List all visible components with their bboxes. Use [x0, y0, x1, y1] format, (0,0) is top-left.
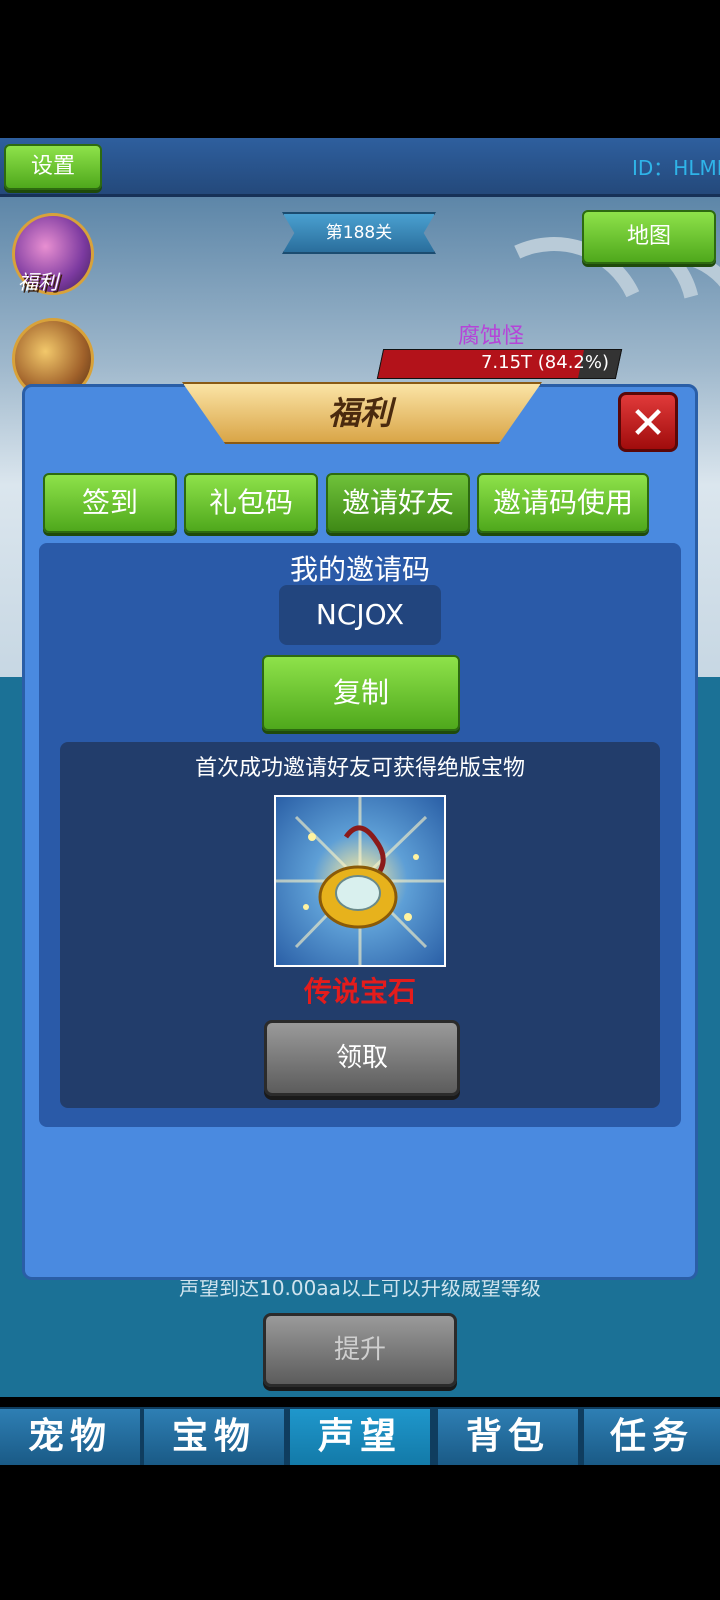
nav-tab-prestige[interactable]: 声望	[290, 1409, 430, 1465]
top-bar	[0, 138, 720, 197]
claim-button[interactable]: 领取	[264, 1020, 460, 1096]
nav-tab-backpack[interactable]: 背包	[438, 1409, 578, 1465]
reward-description: 首次成功邀请好友可获得绝版宝物	[194, 756, 525, 781]
dialog-title: 福利	[327, 394, 392, 432]
close-icon[interactable]: ✕	[618, 392, 678, 452]
reward-name: 传说宝石	[303, 975, 416, 1008]
gem-amulet-graphic	[276, 797, 444, 965]
copy-button[interactable]: 复制	[262, 655, 460, 731]
player-id: ID：HLMI	[632, 156, 720, 180]
invite-code-value: NCJOX	[279, 585, 441, 645]
nav-tab-quests[interactable]: 任务	[584, 1409, 720, 1465]
welfare-icon-label: 福利	[18, 270, 58, 294]
stage-banner: 第188关	[282, 212, 436, 254]
monster-hp-text: 7.15T (84.2%)	[480, 352, 609, 373]
gem-amulet-icon	[274, 795, 446, 967]
settings-button[interactable]: 设置	[4, 144, 102, 190]
tab-sign-in[interactable]: 签到	[43, 473, 177, 533]
monster-name: 腐蚀怪	[458, 324, 525, 349]
nav-tab-pets[interactable]: 宠物	[0, 1409, 140, 1465]
map-button[interactable]: 地图	[582, 210, 716, 264]
tab-gift-code[interactable]: 礼包码	[184, 473, 318, 533]
nav-tab-treasures[interactable]: 宝物	[144, 1409, 284, 1465]
tab-use-invite-code[interactable]: 邀请码使用	[477, 473, 649, 533]
upgrade-button[interactable]: 提升	[263, 1313, 457, 1387]
my-invite-code-label: 我的邀请码	[289, 553, 430, 586]
tab-invite-friends[interactable]: 邀请好友	[326, 473, 470, 533]
